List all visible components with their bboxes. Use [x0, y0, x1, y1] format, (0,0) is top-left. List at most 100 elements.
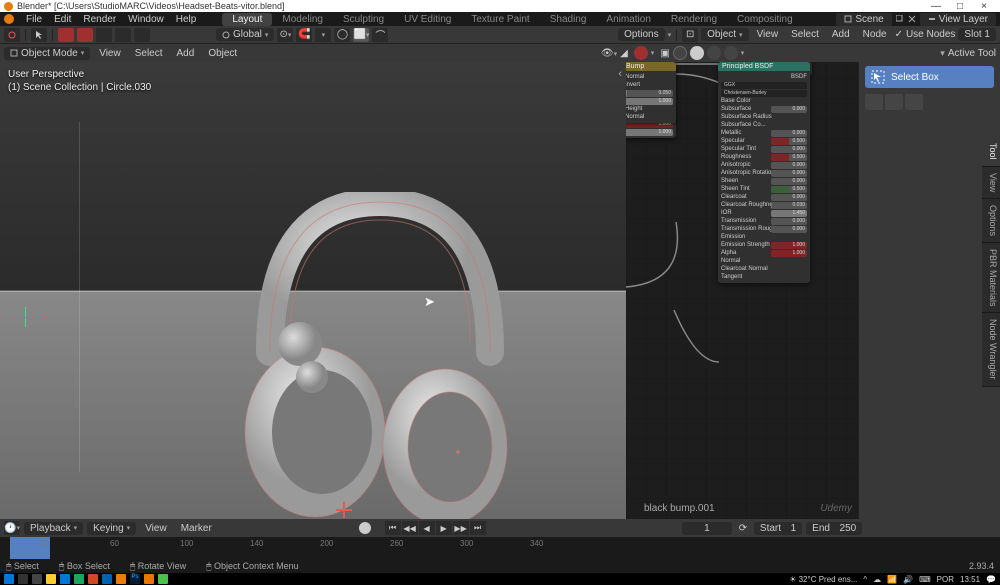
snap-toggle-icon[interactable]: 🧲	[296, 28, 312, 42]
tab-shading[interactable]: Shading	[540, 13, 597, 26]
copy-icon[interactable]	[896, 15, 904, 23]
select-tool-icon[interactable]	[31, 28, 47, 42]
jump-end-icon[interactable]: ⏭	[470, 521, 486, 535]
overlay-icon[interactable]	[634, 46, 648, 60]
snap-icon-5[interactable]	[134, 28, 150, 42]
app-icon-2[interactable]	[88, 574, 98, 584]
menu-render[interactable]: Render	[77, 14, 122, 25]
notifications-icon[interactable]: 💬	[986, 575, 996, 584]
app-icon-5[interactable]	[158, 574, 168, 584]
tab-compositing[interactable]: Compositing	[727, 13, 803, 26]
snap-icon-2[interactable]	[77, 28, 93, 42]
object-dropdown[interactable]: Object▾	[701, 28, 748, 41]
curve-icon[interactable]: ⌒	[372, 28, 388, 42]
viewport-menu-select[interactable]: Select	[130, 48, 168, 59]
tool-option-2[interactable]	[885, 94, 903, 110]
wifi-icon[interactable]: 📶	[887, 575, 897, 584]
edge-icon[interactable]	[60, 574, 70, 584]
scene-selector[interactable]: Scene	[836, 13, 891, 26]
play-icon[interactable]: ▶	[436, 521, 452, 535]
node-menu-node[interactable]: Node	[858, 29, 892, 40]
node-bump[interactable]: Bump NormalInvert0.0501.000HeightNormal	[626, 62, 676, 123]
headphones-mesh[interactable]	[240, 192, 520, 519]
jump-start-icon[interactable]: ⏮	[385, 521, 401, 535]
tab-sculpting[interactable]: Sculpting	[333, 13, 394, 26]
close-button[interactable]: ×	[972, 1, 996, 12]
frame-range-end[interactable]: End 250	[806, 522, 862, 535]
viewport-menu-add[interactable]: Add	[172, 48, 200, 59]
photoshop-icon[interactable]: Ps	[130, 574, 140, 584]
shading-rendered-icon[interactable]	[724, 46, 738, 60]
proportional-icon[interactable]: ◯	[334, 28, 350, 42]
current-frame[interactable]: 1	[682, 522, 732, 535]
shading-wireframe-icon[interactable]	[673, 46, 687, 60]
tool-option-1[interactable]	[865, 94, 883, 110]
tab-uv[interactable]: UV Editing	[394, 13, 461, 26]
snap-icon-4[interactable]	[115, 28, 131, 42]
3d-viewport[interactable]: User Perspective (1) Scene Collection | …	[0, 62, 626, 519]
orientation-dropdown[interactable]: Global▾	[216, 28, 274, 41]
vtab-tool[interactable]: Tool	[982, 137, 1000, 167]
start-icon[interactable]	[4, 574, 14, 584]
close-icon[interactable]	[908, 15, 916, 23]
cursor-tool-icon[interactable]	[4, 28, 20, 42]
vtab-view[interactable]: View	[982, 167, 1000, 199]
taskview-icon[interactable]	[32, 574, 42, 584]
tab-texture[interactable]: Texture Paint	[461, 13, 539, 26]
refresh-icon[interactable]: ⟳	[736, 521, 750, 535]
frame-range[interactable]: Start 1	[754, 522, 802, 535]
snap-icon-3[interactable]	[96, 28, 112, 42]
tray-chevron-icon[interactable]: ^	[863, 575, 867, 584]
visibility-icon[interactable]: 👁▾	[601, 48, 617, 59]
vtab-wrangler[interactable]: Node Wrangler	[982, 313, 1000, 386]
xray-icon[interactable]: ▣	[660, 48, 669, 59]
collapse-arrow-icon[interactable]: ‹	[618, 68, 622, 80]
snap-type-icon[interactable]: ▾	[315, 28, 331, 42]
proportional-type-icon[interactable]: ⬜▾	[353, 28, 369, 42]
blender-logo-icon[interactable]	[4, 14, 14, 24]
prev-key-icon[interactable]: ◀◀	[402, 521, 418, 535]
tab-modeling[interactable]: Modeling	[272, 13, 333, 26]
node-header[interactable]: Bump	[626, 62, 676, 71]
snap-icon[interactable]	[58, 28, 74, 42]
node-principled-bsdf[interactable]: Principled BSDF BSDF GGXChristensen-Burl…	[718, 62, 810, 283]
autokey-icon[interactable]	[359, 522, 371, 534]
viewlayer-selector[interactable]: View Layer	[920, 13, 996, 26]
tool-option-3[interactable]	[905, 94, 923, 110]
vtab-options[interactable]: Options	[982, 199, 1000, 243]
tab-layout[interactable]: Layout	[222, 13, 272, 26]
timeline-editor-icon[interactable]: 🕐▾	[4, 521, 20, 535]
keying-dropdown[interactable]: Keying▾	[87, 522, 136, 535]
app-icon-4[interactable]	[144, 574, 154, 584]
viewport-menu-view[interactable]: View	[94, 48, 126, 59]
search-icon[interactable]	[18, 574, 28, 584]
node-editor[interactable]: 0.5000.0000.5000.0000.5000.0001.4501.000…	[626, 62, 858, 519]
playback-dropdown[interactable]: Playback▾	[24, 522, 83, 535]
vtab-pbr[interactable]: PBR Materials	[982, 243, 1000, 314]
app-icon-3[interactable]	[102, 574, 112, 584]
menu-window[interactable]: Window	[122, 14, 170, 25]
axis-gizmo-icon[interactable]	[15, 307, 35, 327]
clock[interactable]: 13:51	[960, 575, 980, 584]
active-tool-button[interactable]: Select Box	[865, 66, 994, 88]
node-menu-select[interactable]: Select	[786, 29, 824, 40]
tab-rendering[interactable]: Rendering	[661, 13, 727, 26]
node-menu-add[interactable]: Add	[827, 29, 855, 40]
node-menu-view[interactable]: View	[752, 29, 784, 40]
use-nodes-checkbox[interactable]: ✓	[895, 29, 903, 40]
app-icon-1[interactable]	[74, 574, 84, 584]
menu-file[interactable]: File	[20, 14, 48, 25]
next-key-icon[interactable]: ▶▶	[453, 521, 469, 535]
explorer-icon[interactable]	[46, 574, 56, 584]
menu-help[interactable]: Help	[170, 14, 203, 25]
play-rev-icon[interactable]: ◀	[419, 521, 435, 535]
gizmo-icon[interactable]: ◢	[620, 48, 628, 59]
shading-matprev-icon[interactable]	[707, 46, 721, 60]
slot-dropdown[interactable]: Slot 1	[958, 28, 996, 41]
weather-widget[interactable]: ☀ 32°C Pred ens...	[789, 575, 857, 584]
timeline-view[interactable]: View	[140, 523, 172, 534]
shading-solid-icon[interactable]	[690, 46, 704, 60]
maximize-button[interactable]: □	[948, 1, 972, 12]
onedrive-icon[interactable]: ☁	[873, 575, 881, 584]
volume-icon[interactable]: 🔊	[903, 575, 913, 584]
